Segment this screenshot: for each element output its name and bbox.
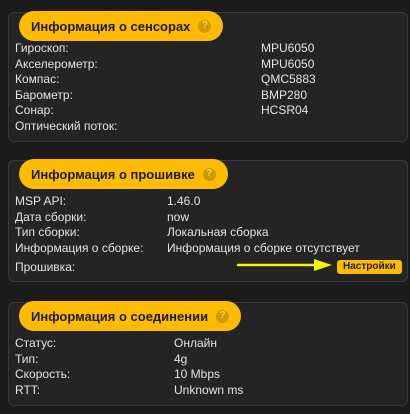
sensor-row-optflow: Оптический поток: xyxy=(15,119,399,135)
firmware-row-date: Дата сборки: now xyxy=(15,210,399,226)
compass-label: Компас: xyxy=(15,72,60,86)
connection-info-panel: Информация о соединении ? Статус: Онлайн… xyxy=(8,301,408,406)
connection-info-title: Информация о соединении xyxy=(31,308,209,324)
baro-label: Барометр: xyxy=(15,87,73,102)
accel-label: Акселерометр: xyxy=(15,56,98,71)
type-label: Тип: xyxy=(15,351,39,366)
build-type-label: Тип сборки: xyxy=(15,225,80,239)
firmware-row-flash: Прошивка: Настройки xyxy=(15,259,402,276)
rtt-value: Unknown ms xyxy=(174,382,244,397)
firmware-info-panel: Информация о прошивке ? MSP API: 1.46.0 … xyxy=(8,159,408,282)
connection-row-rtt: RTT: Unknown ms xyxy=(15,383,399,399)
help-icon[interactable]: ? xyxy=(198,19,212,33)
sensor-info-panel: Информация о сенсорах ? Гироскоп: MPU605… xyxy=(8,11,408,142)
firmware-row-msp: MSP API: 1.46.0 xyxy=(15,194,399,210)
sensor-row-compass: Компас: QMC5883 xyxy=(15,72,399,88)
build-info-value: Информация о сборке отсутствует xyxy=(167,240,360,255)
firmware-info-header: Информация о прошивке ? xyxy=(19,159,228,189)
help-icon[interactable]: ? xyxy=(216,309,230,323)
msp-label: MSP API: xyxy=(15,194,67,208)
settings-button[interactable]: Настройки xyxy=(337,260,402,274)
accel-value: MPU6050 xyxy=(261,56,315,71)
status-value: Онлайн xyxy=(174,336,217,350)
sensor-row-sonar: Сонар: HCSR04 xyxy=(15,103,399,119)
compass-value: QMC5883 xyxy=(261,72,316,86)
connection-row-speed: Скорость: 10 Mbps xyxy=(15,367,399,383)
msp-value: 1.46.0 xyxy=(167,194,201,208)
build-date-label: Дата сборки: xyxy=(15,209,87,224)
sensor-row-gyro: Гироскоп: MPU6050 xyxy=(15,41,399,57)
build-date-value: now xyxy=(167,209,190,224)
firmware-info-title: Информация о прошивке xyxy=(31,166,195,182)
connection-row-type: Тип: 4g xyxy=(15,352,399,368)
help-icon[interactable]: ? xyxy=(202,167,216,181)
sensor-row-accel: Акселерометр: MPU6050 xyxy=(15,57,399,73)
sensor-info-title: Информация о сенсорах xyxy=(31,18,191,34)
baro-value: BMP280 xyxy=(261,87,308,102)
rtt-label: RTT: xyxy=(15,382,41,397)
gyro-value: MPU6050 xyxy=(261,41,315,55)
firmware-row-info: Информация о сборке: Информация о сборке… xyxy=(15,241,399,257)
status-label: Статус: xyxy=(15,336,57,350)
arrow-right-icon xyxy=(236,259,332,271)
firmware-row-type: Тип сборки: Локальная сборка xyxy=(15,225,399,241)
gyro-label: Гироскоп: xyxy=(15,41,69,55)
connection-row-status: Статус: Онлайн xyxy=(15,336,399,352)
sensor-info-header: Информация о сенсорах ? xyxy=(19,11,224,41)
optflow-label: Оптический поток: xyxy=(15,118,118,133)
build-type-value: Локальная сборка xyxy=(167,225,269,239)
speed-value: 10 Mbps xyxy=(174,367,221,381)
connection-info-header: Информация о соединении ? xyxy=(19,301,242,331)
firmware-label: Прошивка: xyxy=(15,260,76,274)
sonar-value: HCSR04 xyxy=(261,103,309,117)
speed-label: Скорость: xyxy=(15,367,71,381)
type-value: 4g xyxy=(174,351,188,366)
sonar-label: Сонар: xyxy=(15,103,54,117)
sensor-row-baro: Барометр: BMP280 xyxy=(15,88,399,104)
build-info-label: Информация о сборке: xyxy=(15,240,144,255)
